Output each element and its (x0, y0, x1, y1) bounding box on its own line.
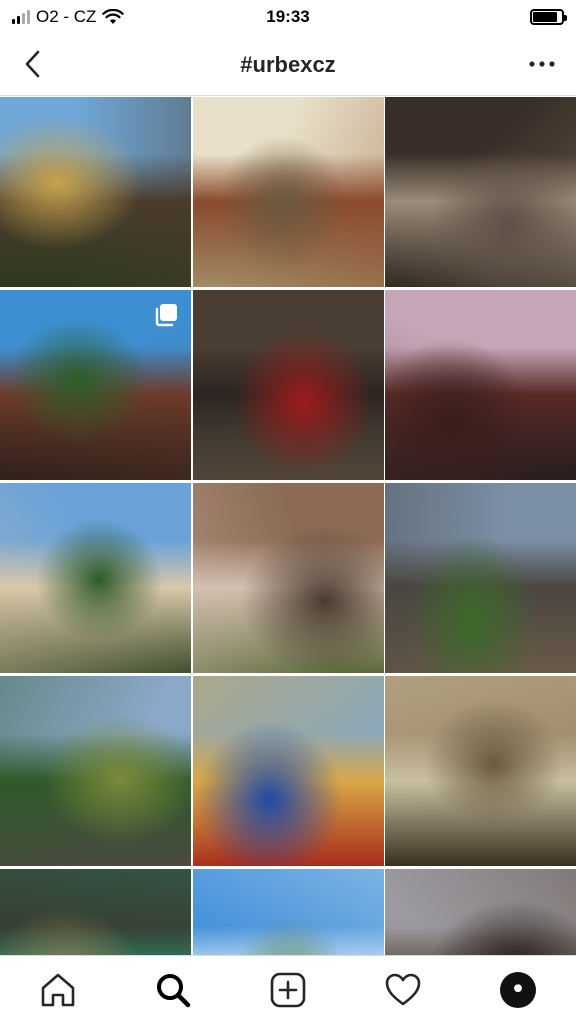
post-thumbnail-dark-brick-tower[interactable] (385, 290, 576, 480)
tab-add[interactable] (258, 960, 318, 1020)
post-thumbnail-woman-red-dress-doors[interactable] (192, 290, 384, 480)
add-post-icon (270, 972, 306, 1008)
post-thumbnail-abandoned-mine-buildings[interactable] (192, 97, 384, 287)
post-image (192, 483, 384, 673)
carrier-label: O2 - CZ (36, 7, 97, 26)
post-image (0, 869, 191, 955)
more-options-button[interactable] (524, 46, 560, 82)
post-image (192, 676, 384, 866)
page-title: #urbexcz (240, 51, 336, 77)
post-thumbnail-woman-on-bridge[interactable] (0, 290, 191, 480)
home-icon (41, 973, 74, 1007)
post-thumbnail-attic-beams[interactable] (385, 869, 576, 955)
status-bar: O2 - CZ 19:33 (0, 0, 576, 34)
post-image (385, 483, 576, 673)
battery-icon (530, 9, 567, 25)
tab-profile[interactable] (488, 960, 548, 1020)
status-left: O2 - CZ (12, 7, 125, 27)
post-thumbnail-graffiti-brick-wall[interactable] (192, 483, 384, 673)
post-thumbnail-tiled-corridor[interactable] (0, 869, 191, 955)
post-image (0, 97, 191, 287)
post-image (192, 869, 384, 955)
signal-icon (12, 10, 30, 24)
tab-search[interactable] (143, 960, 203, 1020)
search-icon (156, 974, 191, 1008)
tab-home[interactable] (28, 960, 88, 1020)
post-thumbnail-ruined-interior-arch[interactable] (385, 97, 576, 287)
tab-bar (0, 955, 576, 1024)
more-horizontal-icon (529, 61, 555, 67)
post-thumbnail-bridge-walkway[interactable] (192, 869, 384, 955)
profile-avatar-icon (500, 972, 537, 1008)
carousel-icon (155, 304, 177, 327)
post-thumbnail-mine-headframe[interactable] (385, 483, 576, 673)
post-image (385, 676, 576, 866)
post-image (0, 676, 191, 866)
post-thumbnail-factory-pond[interactable] (0, 483, 191, 673)
post-grid (0, 97, 576, 955)
post-image (385, 290, 576, 480)
status-time: 19:33 (266, 7, 310, 26)
post-thumbnail-toys-playroom[interactable] (192, 676, 384, 866)
tab-activity[interactable] (373, 960, 433, 1020)
post-image (192, 290, 384, 480)
post-thumbnail-round-pool-forest[interactable] (0, 676, 191, 866)
back-button[interactable] (16, 46, 48, 82)
wifi-icon (102, 9, 125, 24)
post-image (385, 97, 576, 287)
post-thumbnail-washroom-sinks[interactable] (385, 676, 576, 866)
post-image (192, 97, 384, 287)
post-image (385, 869, 576, 955)
post-image (0, 483, 191, 673)
post-thumbnail-graffiti-face-tower[interactable] (0, 97, 191, 287)
chevron-left-icon (25, 50, 40, 78)
nav-header: #urbexcz (0, 34, 576, 96)
heart-icon (385, 973, 421, 1006)
